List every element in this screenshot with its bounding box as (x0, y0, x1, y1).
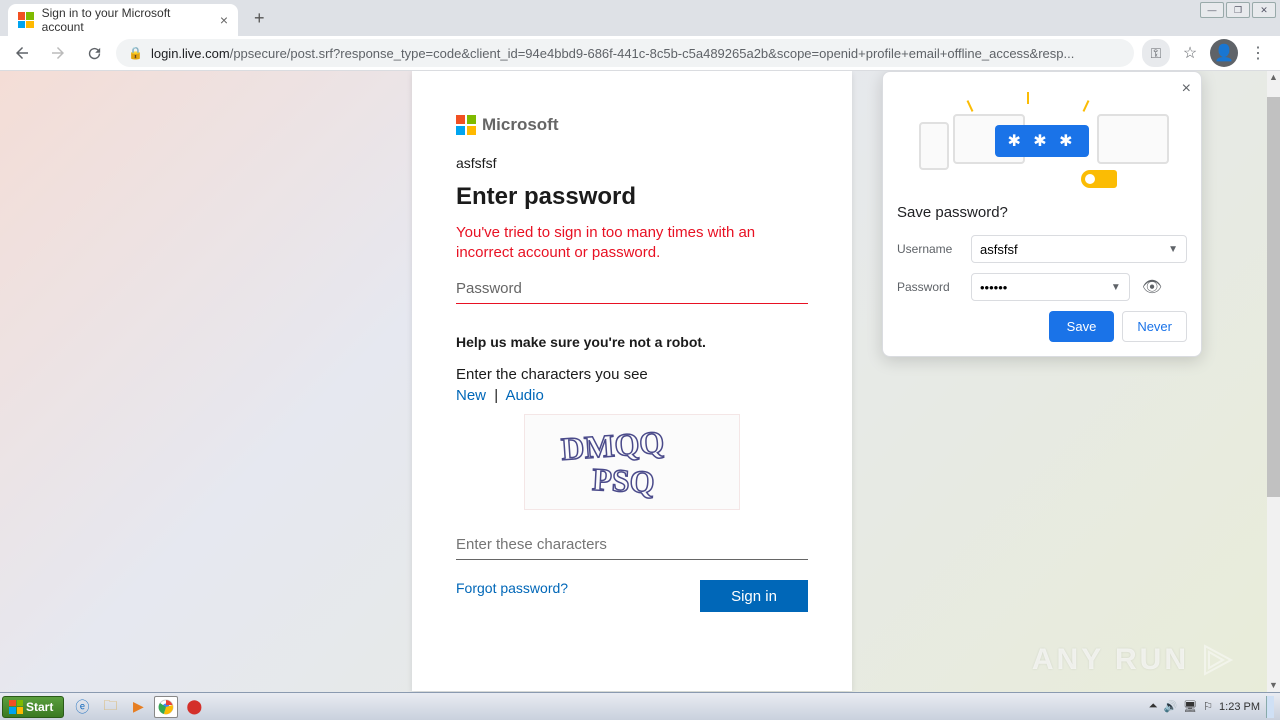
arrow-left-icon (13, 44, 31, 62)
browser-toolbar: 🔒 login.live.com/ppsecure/post.srf?respo… (0, 36, 1280, 71)
scroll-up-icon[interactable]: ▲ (1267, 71, 1280, 84)
back-button[interactable] (8, 39, 36, 67)
volume-icon[interactable]: 🔊 (1163, 700, 1177, 713)
username-row: Username asfsfsf ▼ (897, 235, 1187, 263)
windows-flag-icon (9, 700, 23, 714)
chevron-down-icon: ▼ (1111, 282, 1121, 293)
microsoft-logo-icon (456, 115, 476, 135)
forward-button[interactable] (44, 39, 72, 67)
forgot-password-link[interactable]: Forgot password? (456, 580, 568, 596)
avatar-icon: 👤 (1210, 39, 1238, 67)
toolbar-right-icons: ⚿ ☆ 👤 ⋮ (1142, 39, 1272, 67)
microsoft-favicon-icon (18, 12, 34, 28)
scrollbar-thumb[interactable] (1267, 97, 1280, 497)
reload-button[interactable] (80, 39, 108, 67)
microsoft-logo: Microsoft (456, 115, 808, 135)
error-message: You've tried to sign in too many times w… (456, 223, 808, 262)
password-key-icon[interactable]: ⚿ (1142, 39, 1170, 67)
save-password-illustration: ✱ ✱ ✱ (897, 86, 1187, 196)
page-heading: Enter password (456, 183, 808, 211)
captcha-sep: | (494, 387, 498, 404)
spark-icon (1027, 92, 1029, 104)
url-path: /ppsecure/post.srf?response_type=code&cl… (230, 46, 1075, 61)
tab-title: Sign in to your Microsoft account (42, 6, 212, 34)
arrow-right-icon (49, 44, 67, 62)
browser-menu-button[interactable]: ⋮ (1244, 39, 1272, 67)
tray-expand-icon[interactable]: ⏶ (1149, 700, 1158, 713)
show-password-icon[interactable]: 👁 (1142, 277, 1162, 297)
play-icon (1197, 640, 1237, 680)
password-row: Password •••••• ▼ 👁 (897, 273, 1187, 301)
explorer-icon[interactable]: 🗀 (98, 696, 122, 718)
watermark: ANY RUN (1032, 640, 1237, 680)
signin-button[interactable]: Sign in (700, 580, 808, 612)
password-field[interactable]: •••••• ▼ (971, 273, 1130, 301)
captcha-text-bot: PSQ (591, 461, 655, 500)
password-value: •••••• (980, 280, 1007, 295)
network-icon[interactable]: 🖥 (1183, 700, 1197, 713)
watermark-text: ANY RUN (1032, 643, 1189, 677)
save-password-title: Save password? (897, 204, 1187, 221)
flag-icon[interactable]: ⚐ (1203, 700, 1213, 713)
captcha-new-link[interactable]: New (456, 387, 486, 404)
captcha-text-top: DMQQ (560, 424, 665, 467)
browser-chrome: — ❐ ✕ Sign in to your Microsoft account … (0, 0, 1280, 71)
media-icon[interactable]: ▶ (126, 696, 150, 718)
captcha-links: New | Audio (456, 387, 808, 404)
spark-icon (1083, 100, 1090, 112)
ie-icon[interactable]: ⓔ (70, 696, 94, 718)
password-input[interactable] (456, 274, 808, 304)
username-label: Username (897, 242, 959, 256)
address-bar[interactable]: 🔒 login.live.com/ppsecure/post.srf?respo… (116, 39, 1134, 67)
close-window-button[interactable]: ✕ (1252, 2, 1276, 18)
captcha-instruction: Enter the characters you see (456, 366, 808, 383)
show-desktop-button[interactable] (1266, 696, 1274, 718)
never-button[interactable]: Never (1122, 311, 1187, 342)
start-button[interactable]: Start (2, 696, 64, 718)
scroll-down-icon[interactable]: ▼ (1267, 679, 1280, 692)
page-viewport: Microsoft asfsfsf Enter password You've … (0, 71, 1267, 692)
lock-icon: 🔒 (128, 46, 143, 60)
username-value: asfsfsf (980, 242, 1018, 257)
bookmark-star-icon[interactable]: ☆ (1176, 39, 1204, 67)
save-password-actions: Save Never (897, 311, 1187, 342)
captcha-image: DMQQ PSQ (524, 414, 740, 510)
phone-icon (919, 122, 949, 170)
minimize-button[interactable]: — (1200, 2, 1224, 18)
taskbar-items: ⓔ 🗀 ▶ ⬤ (70, 696, 206, 718)
opera-icon[interactable]: ⬤ (182, 696, 206, 718)
login-card: Microsoft asfsfsf Enter password You've … (412, 71, 852, 691)
username-field[interactable]: asfsfsf ▼ (971, 235, 1187, 263)
key-icon (1081, 170, 1117, 188)
robot-heading: Help us make sure you're not a robot. (456, 334, 808, 350)
clock[interactable]: 1:23 PM (1219, 701, 1260, 713)
start-label: Start (26, 700, 53, 714)
identity-text: asfsfsf (456, 155, 808, 171)
maximize-button[interactable]: ❐ (1226, 2, 1250, 18)
new-tab-button[interactable]: + (244, 8, 275, 29)
profile-avatar[interactable]: 👤 (1210, 39, 1238, 67)
taskbar: Start ⓔ 🗀 ▶ ⬤ ⏶ 🔊 🖥 ⚐ 1:23 PM (0, 692, 1280, 720)
chevron-down-icon: ▼ (1168, 244, 1178, 255)
microsoft-logo-text: Microsoft (482, 115, 559, 135)
system-tray: ⏶ 🔊 🖥 ⚐ 1:23 PM (1149, 696, 1278, 718)
captcha-input[interactable] (456, 530, 808, 560)
url-domain: login.live.com (151, 46, 230, 61)
save-password-popup: × ✱ ✱ ✱ Save password? Username asfsfsf … (882, 71, 1202, 357)
browser-tab[interactable]: Sign in to your Microsoft account × (8, 4, 238, 36)
window-controls: — ❐ ✕ (1200, 2, 1276, 18)
captcha-audio-link[interactable]: Audio (505, 387, 543, 404)
chrome-taskbar-icon[interactable] (154, 696, 178, 718)
tab-close-icon[interactable]: × (220, 12, 228, 28)
password-stars-icon: ✱ ✱ ✱ (995, 125, 1088, 157)
spark-icon (967, 100, 974, 112)
tab-strip: Sign in to your Microsoft account × + (0, 0, 1280, 36)
save-button[interactable]: Save (1049, 311, 1115, 342)
password-label: Password (897, 280, 959, 294)
reload-icon (86, 45, 103, 62)
vertical-scrollbar[interactable]: ▲ ▼ (1267, 71, 1280, 692)
laptop-icon (1097, 114, 1169, 164)
